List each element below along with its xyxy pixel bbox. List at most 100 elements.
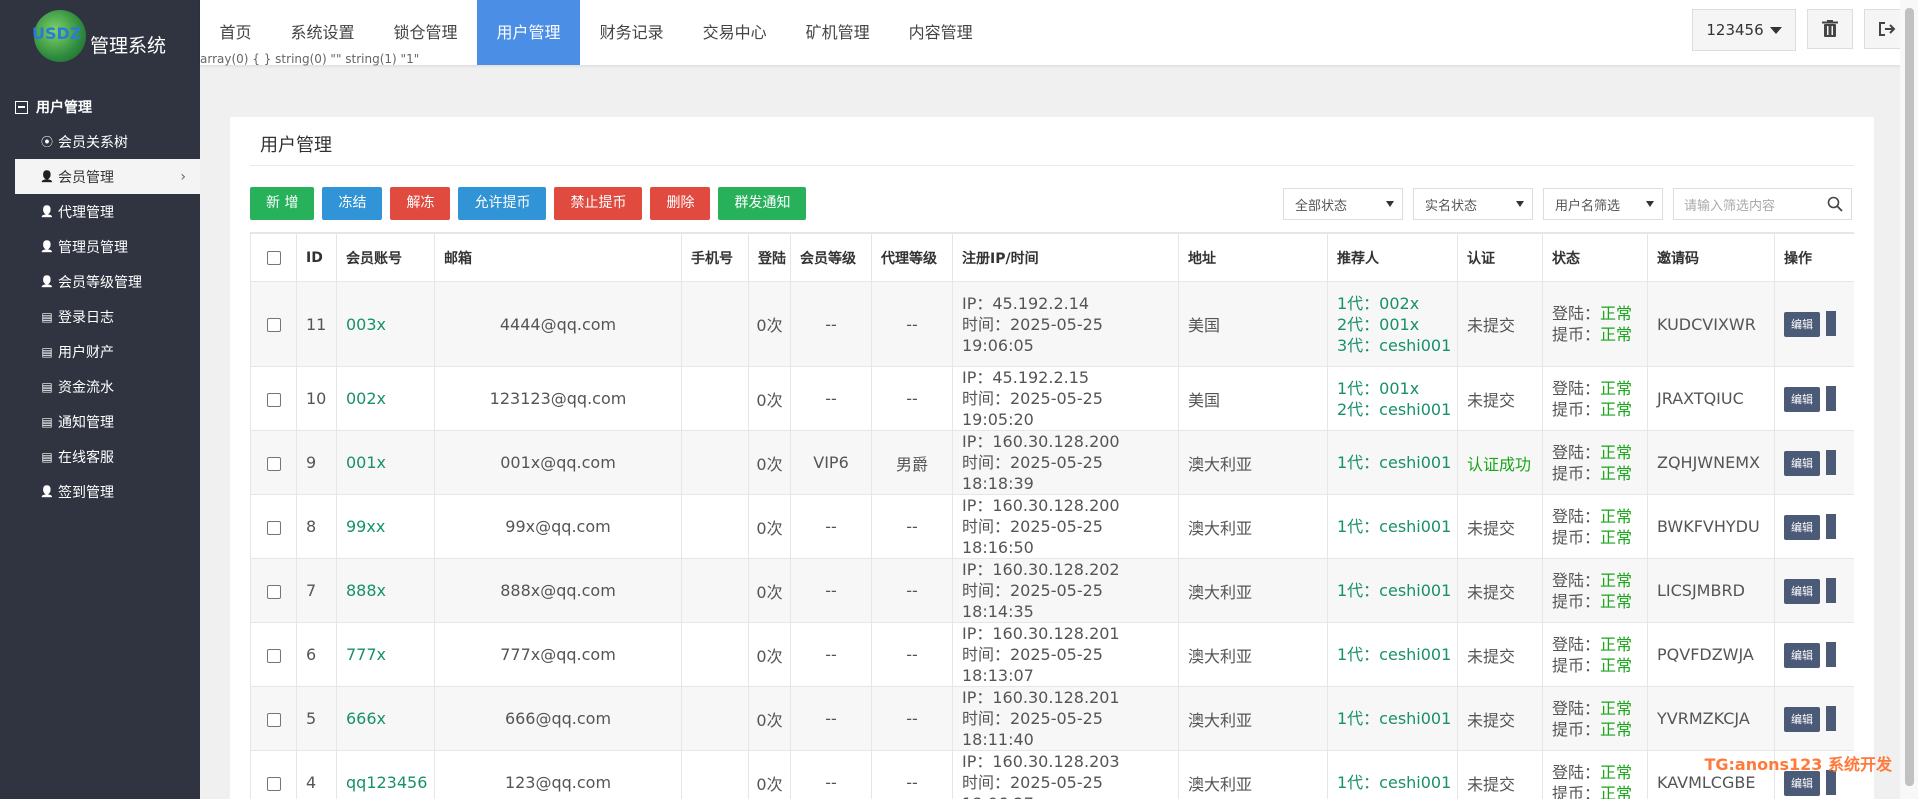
sidebar-item-6[interactable]: ▤ 用户财产: [0, 334, 200, 369]
referrer-link[interactable]: 1代：ceshi001: [1337, 708, 1457, 729]
sidebar-item-8[interactable]: ▤ 通知管理: [0, 404, 200, 439]
row-checkbox[interactable]: [266, 520, 281, 535]
sidebar-item-5[interactable]: ▤ 登录日志: [0, 299, 200, 334]
withdraw-status-value[interactable]: 正常: [1600, 400, 1632, 419]
nav-item-7[interactable]: 内容管理: [889, 0, 992, 65]
referrer-link[interactable]: 1代：001x: [1337, 378, 1457, 399]
nav-item-5[interactable]: 交易中心: [683, 0, 786, 65]
table-row: 6 777x 777x@qq.com 0次 -- -- IP：160.30.128.201 时…: [250, 622, 1854, 687]
status-filter-select[interactable]: 全部状态: [1283, 188, 1403, 220]
more-action-button[interactable]: [1826, 385, 1836, 411]
account-link[interactable]: 001x: [336, 430, 435, 495]
select-all-checkbox[interactable]: [266, 250, 281, 265]
edit-button[interactable]: 编辑: [1784, 514, 1820, 540]
referrer-link[interactable]: 1代：ceshi001: [1337, 772, 1457, 793]
edit-button[interactable]: 编辑: [1784, 450, 1820, 476]
withdraw-status-value[interactable]: 正常: [1600, 464, 1632, 483]
nav-item-3[interactable]: 用户管理: [477, 0, 581, 65]
login-status-value[interactable]: 正常: [1600, 443, 1632, 462]
login-status-value[interactable]: 正常: [1600, 571, 1632, 590]
account-link[interactable]: 002x: [336, 366, 435, 431]
sidebar-item-3[interactable]: 👤 管理员管理: [0, 229, 200, 264]
login-status-value[interactable]: 正常: [1600, 699, 1632, 718]
referrer-link[interactable]: 1代：ceshi001: [1337, 644, 1457, 665]
sidebar-item-10[interactable]: 👤 签到管理: [0, 474, 200, 509]
withdraw-status-value[interactable]: 正常: [1600, 720, 1632, 739]
referrer-link[interactable]: 1代：ceshi001: [1337, 452, 1457, 473]
row-checkbox[interactable]: [266, 776, 281, 791]
referrer-link[interactable]: 1代：ceshi001: [1337, 516, 1457, 537]
sidebar-item-7[interactable]: ▤ 资金流水: [0, 369, 200, 404]
account-link[interactable]: 888x: [336, 558, 435, 623]
referrer-link[interactable]: 2代：ceshi001: [1337, 399, 1457, 420]
realname-filter-select[interactable]: 实名状态: [1413, 188, 1533, 220]
clear-cache-button[interactable]: [1807, 9, 1853, 49]
user-dropdown[interactable]: 123456: [1692, 9, 1796, 51]
login-status-value[interactable]: 正常: [1600, 507, 1632, 526]
edit-button[interactable]: 编辑: [1784, 706, 1820, 732]
sidebar-item-1[interactable]: 👤 会员管理 ›: [15, 159, 200, 194]
forbid-withdraw-button[interactable]: 禁止提币: [554, 187, 643, 220]
add-button[interactable]: 新 增: [250, 187, 315, 220]
referrer-link[interactable]: 1代：002x: [1337, 293, 1457, 314]
account-link[interactable]: 003x: [336, 281, 435, 367]
column-header: ID: [296, 233, 337, 282]
account-link[interactable]: qq123456: [336, 750, 435, 799]
search-icon[interactable]: [1827, 196, 1843, 212]
more-action-button[interactable]: [1826, 641, 1836, 667]
row-checkbox[interactable]: [266, 392, 281, 407]
more-action-button[interactable]: [1826, 513, 1836, 539]
row-checkbox[interactable]: [266, 712, 281, 727]
more-action-button[interactable]: [1826, 311, 1836, 336]
broadcast-button[interactable]: 群发通知: [718, 187, 807, 220]
login-status-value[interactable]: 正常: [1600, 635, 1632, 654]
withdraw-status-value[interactable]: 正常: [1600, 325, 1632, 344]
edit-button[interactable]: 编辑: [1784, 312, 1820, 337]
withdraw-status-value[interactable]: 正常: [1600, 592, 1632, 611]
account-link[interactable]: 666x: [336, 686, 435, 751]
more-action-button[interactable]: [1826, 449, 1836, 475]
account-link[interactable]: 777x: [336, 622, 435, 687]
row-checkbox[interactable]: [266, 584, 281, 599]
main-nav: 首页 系统设置 锁仓管理 用户管理 财务记录 交易中心 矿机管理 内容管理: [200, 0, 1918, 65]
login-status-value[interactable]: 正常: [1600, 304, 1632, 323]
account-link[interactable]: 99xx: [336, 494, 435, 559]
search-input[interactable]: 请输入筛选内容: [1673, 188, 1852, 220]
referrer-link[interactable]: 1代：ceshi001: [1337, 580, 1457, 601]
login-status-value[interactable]: 正常: [1600, 379, 1632, 398]
withdraw-status: 提币：正常: [1552, 655, 1647, 676]
allow-withdraw-button[interactable]: 允许提币: [458, 187, 547, 220]
app-logo[interactable]: USDZ 管理系统: [0, 0, 200, 72]
referrer-link[interactable]: 2代：001x: [1337, 314, 1457, 335]
row-checkbox[interactable]: [266, 648, 281, 663]
agent-level-cell: --: [871, 281, 953, 367]
sidebar-group-user-management[interactable]: 用户管理: [0, 90, 200, 124]
row-checkbox[interactable]: [266, 318, 281, 332]
unfreeze-button[interactable]: 解冻: [390, 187, 451, 220]
referrer-link[interactable]: 3代：ceshi001: [1337, 335, 1457, 356]
username-filter-select[interactable]: 用户名筛选: [1543, 188, 1663, 220]
withdraw-status: 提币：正常: [1552, 527, 1647, 548]
nav-item-6[interactable]: 矿机管理: [786, 0, 889, 65]
register-time: 时间：2025-05-25 18:14:35: [962, 581, 1103, 621]
more-action-button[interactable]: [1826, 577, 1836, 603]
withdraw-status-value[interactable]: 正常: [1600, 528, 1632, 547]
sidebar-item-2[interactable]: 👤 代理管理: [0, 194, 200, 229]
sidebar-item-9[interactable]: ▤ 在线客服: [0, 439, 200, 474]
nav-item-4[interactable]: 财务记录: [580, 0, 683, 65]
page-scrollbar[interactable]: [1900, 0, 1918, 799]
register-ip: IP：160.30.128.200: [962, 432, 1120, 451]
withdraw-status-value[interactable]: 正常: [1600, 656, 1632, 675]
withdraw-status-value[interactable]: 正常: [1600, 784, 1632, 799]
edit-button[interactable]: 编辑: [1784, 578, 1820, 604]
edit-button[interactable]: 编辑: [1784, 386, 1820, 412]
sidebar-item-0[interactable]: ⦿ 会员关系树: [0, 124, 200, 159]
login-status-value[interactable]: 正常: [1600, 763, 1632, 782]
scrollbar-thumb[interactable]: [1905, 8, 1914, 786]
freeze-button[interactable]: 冻结: [322, 187, 383, 220]
more-action-button[interactable]: [1826, 705, 1836, 731]
sidebar-item-4[interactable]: 👤 会员等级管理: [0, 264, 200, 299]
edit-button[interactable]: 编辑: [1784, 642, 1820, 668]
delete-button[interactable]: 删除: [650, 187, 711, 220]
row-checkbox[interactable]: [266, 456, 281, 471]
